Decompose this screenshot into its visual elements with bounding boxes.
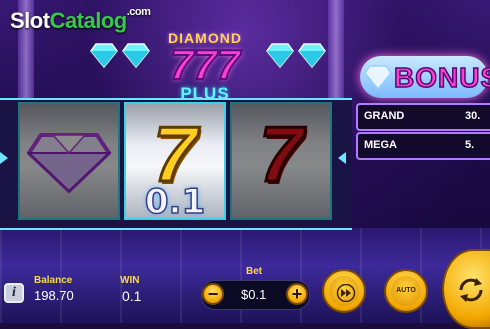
spin-button[interactable] bbox=[442, 249, 490, 329]
diamond-icon bbox=[364, 65, 392, 90]
jackpot-label: GRAND bbox=[364, 110, 405, 122]
win-value: 0.1 bbox=[122, 288, 142, 304]
jackpot-mega: MEGA 5. bbox=[356, 132, 490, 160]
spin-arrows-icon bbox=[459, 278, 483, 302]
payline-arrow-right bbox=[338, 152, 346, 164]
win-label: WIN bbox=[120, 275, 140, 286]
jackpot-label: MEGA bbox=[364, 139, 397, 151]
game-logo: DIAMOND 777 PLUS bbox=[90, 30, 326, 103]
balance-label: Balance bbox=[34, 275, 73, 286]
bet-increase-button[interactable]: + bbox=[286, 283, 308, 305]
minus-icon: − bbox=[207, 284, 219, 304]
diamond-icon bbox=[27, 133, 111, 194]
diamond-icon bbox=[266, 43, 294, 68]
plus-icon: + bbox=[291, 284, 303, 304]
logo-sevens: 777 bbox=[169, 41, 241, 88]
jackpot-grand: GRAND 30. bbox=[356, 103, 490, 131]
bet-value: $0.1 bbox=[241, 287, 267, 302]
payline-arrow-left bbox=[0, 152, 8, 164]
jackpot-value: 30. bbox=[465, 110, 481, 122]
info-button[interactable]: i bbox=[4, 283, 24, 303]
diamond-icon bbox=[90, 43, 118, 68]
bonus-title-badge: BONUS bbox=[360, 56, 490, 98]
autoplay-label: AUTO bbox=[396, 287, 416, 294]
reel-1 bbox=[18, 102, 120, 220]
bonus-panel: BONUS GRAND 30. MEGA 5. bbox=[354, 50, 490, 200]
autoplay-button[interactable]: AUTO bbox=[384, 269, 428, 313]
bet-decrease-button[interactable]: − bbox=[202, 283, 224, 305]
fast-forward-icon bbox=[336, 284, 356, 302]
bonus-title: BONUS bbox=[393, 61, 490, 94]
seven-symbol: 7 bbox=[258, 110, 304, 199]
control-bar: i Balance 198.70 WIN 0.1 Bet − $0.1 + AU… bbox=[0, 249, 490, 329]
reel-2: 7 0.1 bbox=[124, 102, 226, 223]
jackpot-value: 5. bbox=[465, 139, 475, 151]
line-win-amount: 0.1 bbox=[144, 181, 206, 223]
reel-3: 7 bbox=[230, 102, 332, 220]
diamond-icon bbox=[122, 43, 150, 68]
bet-label: Bet bbox=[246, 266, 263, 277]
diamond-icon bbox=[298, 43, 326, 68]
balance-value: 198.70 bbox=[34, 288, 74, 303]
turbo-button[interactable] bbox=[322, 269, 366, 313]
